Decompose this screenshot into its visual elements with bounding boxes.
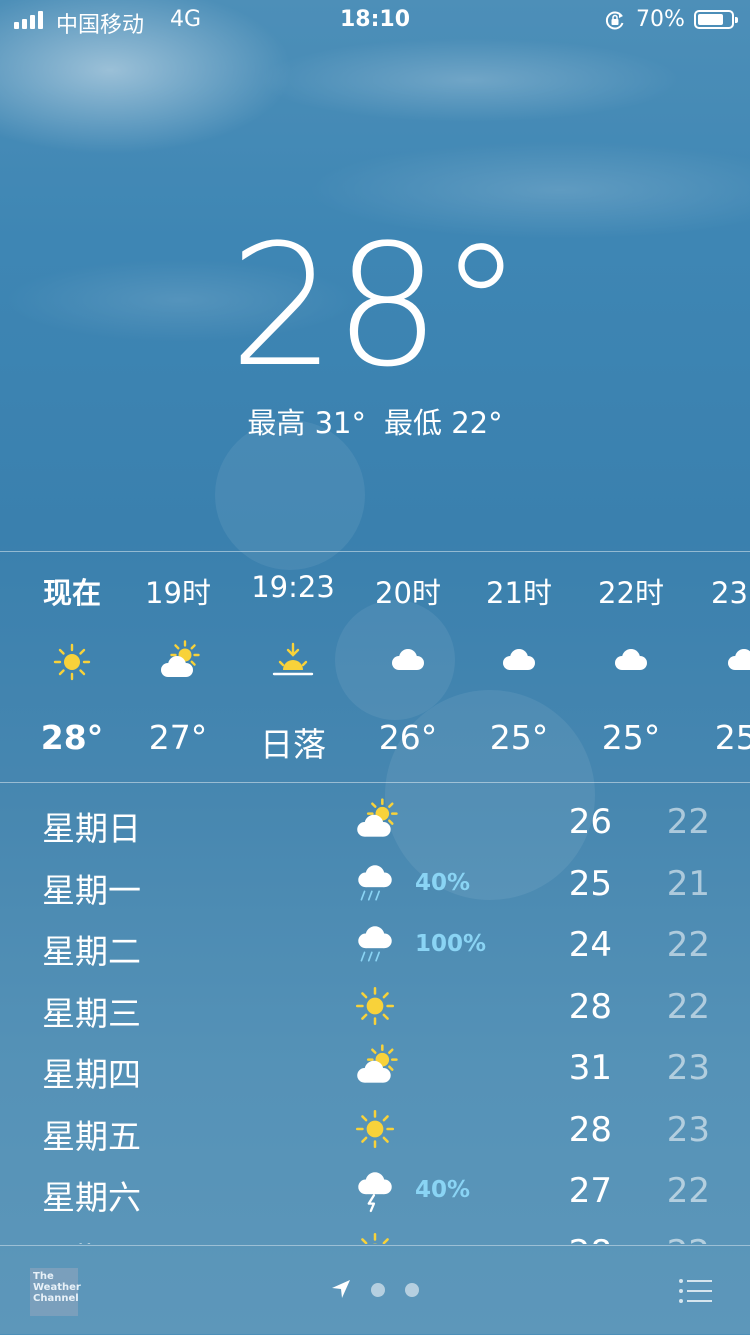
- cloud-icon: [722, 640, 750, 684]
- current-temperature: 28°: [0, 222, 750, 390]
- sun-icon: [352, 1229, 398, 1244]
- day-high: 27: [548, 1171, 612, 1211]
- rotation-lock-icon: [604, 9, 626, 31]
- battery-percent: 70%: [636, 7, 685, 32]
- precip-chance: 40%: [415, 1177, 470, 1203]
- rain-icon: [352, 860, 398, 906]
- day-high: 25: [548, 864, 612, 904]
- hour-time: 23时: [688, 570, 750, 612]
- thunderstorm-icon: [352, 1167, 398, 1213]
- sun-icon: [50, 640, 94, 684]
- bottom-toolbar: The Weather Channel: [0, 1245, 750, 1335]
- hour-temp: 28°: [16, 718, 128, 757]
- daily-row: 星期日 26 22: [0, 788, 750, 850]
- sun-icon: [352, 1106, 398, 1152]
- daily-forecast[interactable]: 星期日 26 22 星期一 40% 25 21 星期二 100% 24 22 星…: [0, 782, 750, 1244]
- daily-row: 星期五 28 23: [0, 1096, 750, 1158]
- daily-row: 星期四 31 23: [0, 1034, 750, 1096]
- daily-row: 星期二 100% 24 22: [0, 911, 750, 973]
- hour-temp: 25°: [463, 718, 575, 757]
- hour-time: 22时: [575, 570, 687, 612]
- weather-channel-logo[interactable]: The Weather Channel: [30, 1268, 78, 1316]
- day-low: 23: [646, 1048, 710, 1088]
- hour-time: 19:23: [237, 570, 349, 604]
- hour-time: 20时: [352, 570, 464, 612]
- location-arrow-icon[interactable]: [330, 1278, 352, 1300]
- partly-cloudy-icon: [352, 1044, 398, 1090]
- sun-icon: [352, 983, 398, 1029]
- daily-row: 星期一 40% 25 21: [0, 850, 750, 912]
- hour-temp: 25°: [688, 718, 750, 757]
- day-low: 22: [646, 925, 710, 965]
- daily-row: 星期三 28 22: [0, 973, 750, 1035]
- hourly-forecast[interactable]: 现在 28° 19时 27° 19:23 日落 20时 26° 21时 25° …: [0, 551, 750, 783]
- precip-chance: 40%: [415, 870, 470, 896]
- daily-row: 星期日 28 22: [0, 1219, 750, 1244]
- high-low: 最高 31° 最低 22°: [0, 400, 750, 442]
- day-name: 星期日: [42, 1233, 141, 1244]
- hour-temp: 27°: [122, 718, 234, 757]
- status-bar: 中国移动 4G 18:10 70%: [0, 0, 750, 40]
- day-low: 22: [646, 802, 710, 842]
- day-high: 28: [548, 987, 612, 1027]
- partly-cloudy-icon: [156, 640, 200, 684]
- battery-icon: [694, 10, 734, 29]
- day-low: 22: [646, 987, 710, 1027]
- day-high: 24: [548, 925, 612, 965]
- day-high: 28: [548, 1233, 612, 1244]
- hour-time: 现在: [16, 570, 128, 612]
- day-name: 星期三: [42, 987, 141, 1035]
- day-low: 22: [646, 1171, 710, 1211]
- day-high: 26: [548, 802, 612, 842]
- day-high: 31: [548, 1048, 612, 1088]
- hour-temp: 25°: [575, 718, 687, 757]
- precip-chance: 100%: [415, 931, 486, 957]
- page-dot[interactable]: [405, 1283, 419, 1297]
- high-temperature: 最高 31°: [247, 406, 366, 440]
- day-high: 28: [548, 1110, 612, 1150]
- day-name: 星期一: [42, 864, 141, 912]
- sunset-icon: [271, 640, 315, 684]
- day-name: 星期四: [42, 1048, 141, 1096]
- day-name: 星期日: [42, 802, 141, 850]
- list-icon[interactable]: [678, 1278, 714, 1304]
- hour-time: 21时: [463, 570, 575, 612]
- low-temperature: 最低 22°: [384, 406, 503, 440]
- day-low: 23: [646, 1110, 710, 1150]
- partly-cloudy-icon: [352, 798, 398, 844]
- page-dot[interactable]: [371, 1283, 385, 1297]
- day-name: 星期五: [42, 1110, 141, 1158]
- lens-flare: [215, 420, 365, 570]
- day-low: 21: [646, 864, 710, 904]
- daily-row: 星期六 40% 27 22: [0, 1157, 750, 1219]
- rain-icon: [352, 921, 398, 967]
- cloud-icon: [497, 640, 541, 684]
- cloud-icon: [386, 640, 430, 684]
- day-name: 星期六: [42, 1171, 141, 1219]
- hour-temp: 26°: [352, 718, 464, 757]
- day-name: 星期二: [42, 925, 141, 973]
- hour-temp: 日落: [237, 718, 349, 766]
- day-low: 22: [646, 1233, 710, 1244]
- hour-time: 19时: [122, 570, 234, 612]
- cloud-icon: [609, 640, 653, 684]
